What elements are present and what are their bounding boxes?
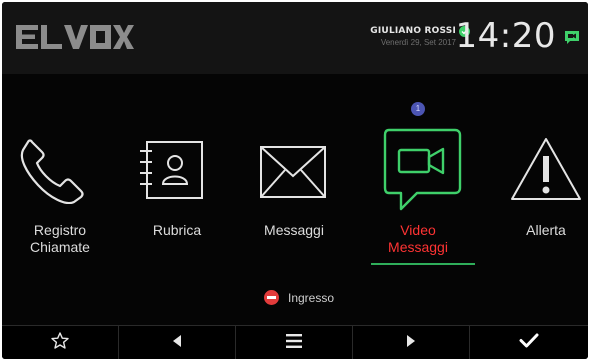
app-label-line1: Rubrica: [152, 222, 202, 238]
star-icon: [51, 332, 69, 354]
app-label-line2: Chiamate: [30, 239, 90, 255]
bottom-nav: [2, 325, 588, 359]
favorites-button[interactable]: [2, 326, 119, 359]
left-arrow-icon: [173, 334, 181, 352]
app-alert[interactable]: Allerta: [470, 2, 588, 359]
app-label-line1: Allerta: [526, 222, 566, 238]
app-label: Allerta: [491, 222, 588, 239]
app-label: Registro Chiamate: [5, 222, 115, 256]
app-contacts[interactable]: Rubrica: [119, 2, 236, 359]
app-label-line1: Messaggi: [264, 222, 324, 238]
app-call-log[interactable]: Registro Chiamate: [2, 2, 119, 359]
envelope-icon: [260, 146, 326, 203]
do-not-disturb-icon: [264, 290, 279, 305]
address-book-icon: [135, 141, 205, 204]
app-label-line2: Messaggi: [388, 239, 448, 255]
app-video-messages[interactable]: Video Messaggi: [353, 2, 470, 359]
next-button[interactable]: [353, 326, 470, 359]
status-label: Ingresso: [288, 291, 335, 305]
intercom-screen: GIULIANO ROSSI Venerdì 29, Set 2017 14:2…: [2, 2, 588, 359]
warning-triangle-icon: [510, 136, 582, 207]
right-arrow-icon: [407, 334, 415, 352]
app-label: Video Messaggi: [363, 222, 473, 256]
menu-button[interactable]: [236, 326, 353, 359]
phone-handset-icon: [20, 138, 86, 209]
unread-badge: 1: [411, 102, 425, 116]
active-app-underline: [371, 263, 475, 265]
app-label: Rubrica: [122, 222, 232, 239]
app-messages[interactable]: Messaggi: [236, 2, 353, 359]
app-label-line1: Registro: [33, 222, 87, 238]
app-label: Messaggi: [239, 222, 349, 239]
confirm-button[interactable]: [470, 326, 588, 359]
menu-icon: [286, 333, 302, 353]
app-label-line1: Video: [400, 222, 436, 238]
previous-button[interactable]: [119, 326, 236, 359]
video-camera-icon: [383, 128, 463, 217]
checkmark-icon: [519, 333, 539, 353]
